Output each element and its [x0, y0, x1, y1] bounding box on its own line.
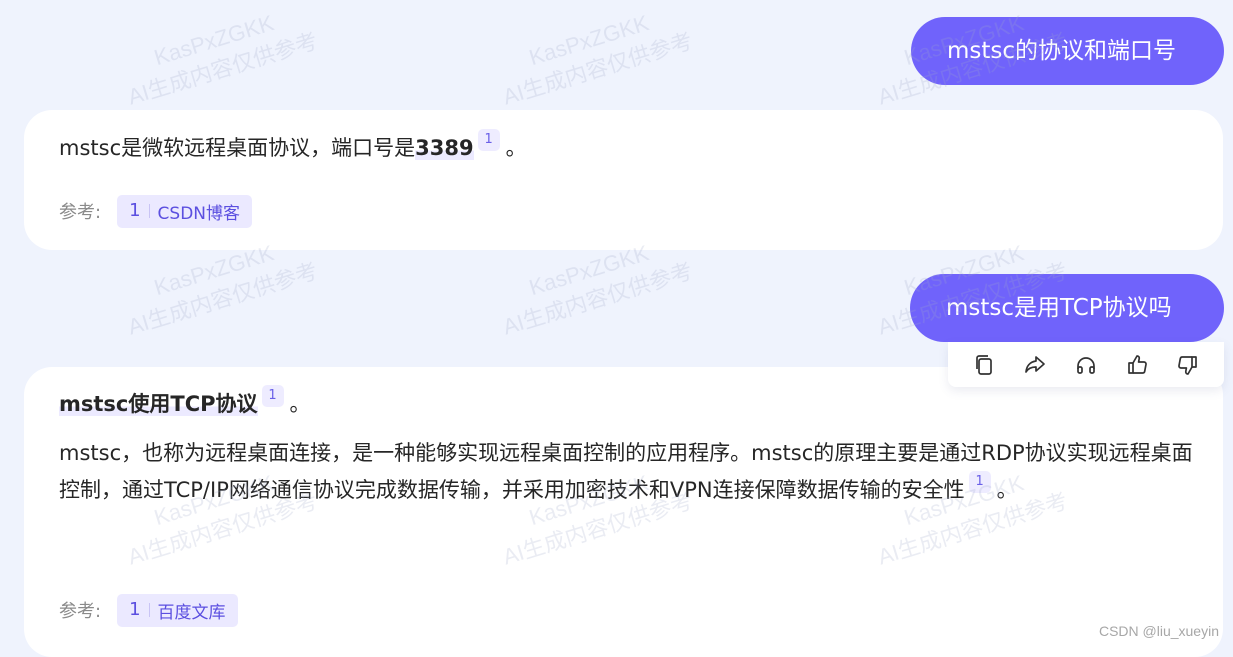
- answer-lead: mstsc是微软远程桌面协议，端口号是: [59, 136, 416, 160]
- answer-trail: 。: [289, 392, 311, 416]
- reference-number: 1: [129, 202, 150, 220]
- citation-marker[interactable]: 1: [477, 129, 500, 151]
- user-question-bubble: mstsc是用TCP协议吗: [910, 274, 1224, 342]
- user-question-text: mstsc是用TCP协议吗: [946, 295, 1172, 321]
- answer-highlight: mstsc使用TCP协议: [59, 392, 258, 416]
- reference-source: 百度文库: [157, 602, 226, 623]
- author-credit: CSDN @liu_xueyin: [1098, 623, 1219, 639]
- watermark: KasPxZGKK AI生成内容仅供参考: [499, 10, 696, 110]
- watermark: KasPxZGKK AI生成内容仅供参考: [124, 10, 321, 110]
- user-question-text: mstsc的协议和端口号: [947, 38, 1177, 64]
- share-button[interactable]: [1020, 350, 1050, 380]
- copy-button[interactable]: [969, 350, 999, 380]
- paragraph-trail: 。: [996, 478, 1018, 502]
- paragraph-text: mstsc，也称为远程桌面连接，是一种能够实现远程桌面控制的应用程序。mstsc…: [59, 441, 1193, 502]
- answer-card: mstsc使用TCP协议 1。 mstsc，也称为远程桌面连接，是一种能够实现远程…: [24, 367, 1223, 657]
- thumbs-up-icon: [1128, 354, 1148, 374]
- reference-label: 参考:: [59, 202, 102, 223]
- answer-trail: 。: [505, 136, 527, 160]
- like-button[interactable]: [1122, 350, 1152, 380]
- reference-chip[interactable]: 1 百度文库: [117, 593, 238, 627]
- dislike-button[interactable]: [1173, 350, 1203, 380]
- reference-number: 1: [129, 601, 150, 619]
- user-question-bubble: mstsc的协议和端口号: [911, 17, 1224, 85]
- reference-chip[interactable]: 1 CSDN博客: [117, 194, 252, 228]
- listen-button[interactable]: [1071, 350, 1101, 380]
- thumbs-down-icon: [1178, 355, 1198, 375]
- copy-icon: [975, 354, 992, 375]
- answer-paragraph: mstsc，也称为远程桌面连接，是一种能够实现远程桌面控制的应用程序。mstsc…: [59, 436, 1199, 508]
- answer-highlight: 3389: [415, 136, 474, 160]
- answer-card: mstsc是微软远程桌面协议，端口号是3389 1。 参考: 1 CSDN博客: [24, 110, 1223, 250]
- answer-text: mstsc是微软远程桌面协议，端口号是3389 1。: [59, 129, 1223, 166]
- citation-marker[interactable]: 1: [261, 385, 284, 407]
- headphones-icon: [1077, 356, 1095, 374]
- share-icon: [1024, 355, 1045, 373]
- answer-text: mstsc使用TCP协议 1。: [59, 385, 1223, 422]
- message-action-bar: [948, 342, 1224, 387]
- citation-marker[interactable]: 1: [968, 471, 991, 493]
- reference-label: 参考:: [59, 601, 102, 622]
- reference-row: 参考: 1 百度文库: [59, 593, 238, 627]
- reference-source: CSDN博客: [157, 203, 240, 224]
- reference-row: 参考: 1 CSDN博客: [59, 194, 252, 228]
